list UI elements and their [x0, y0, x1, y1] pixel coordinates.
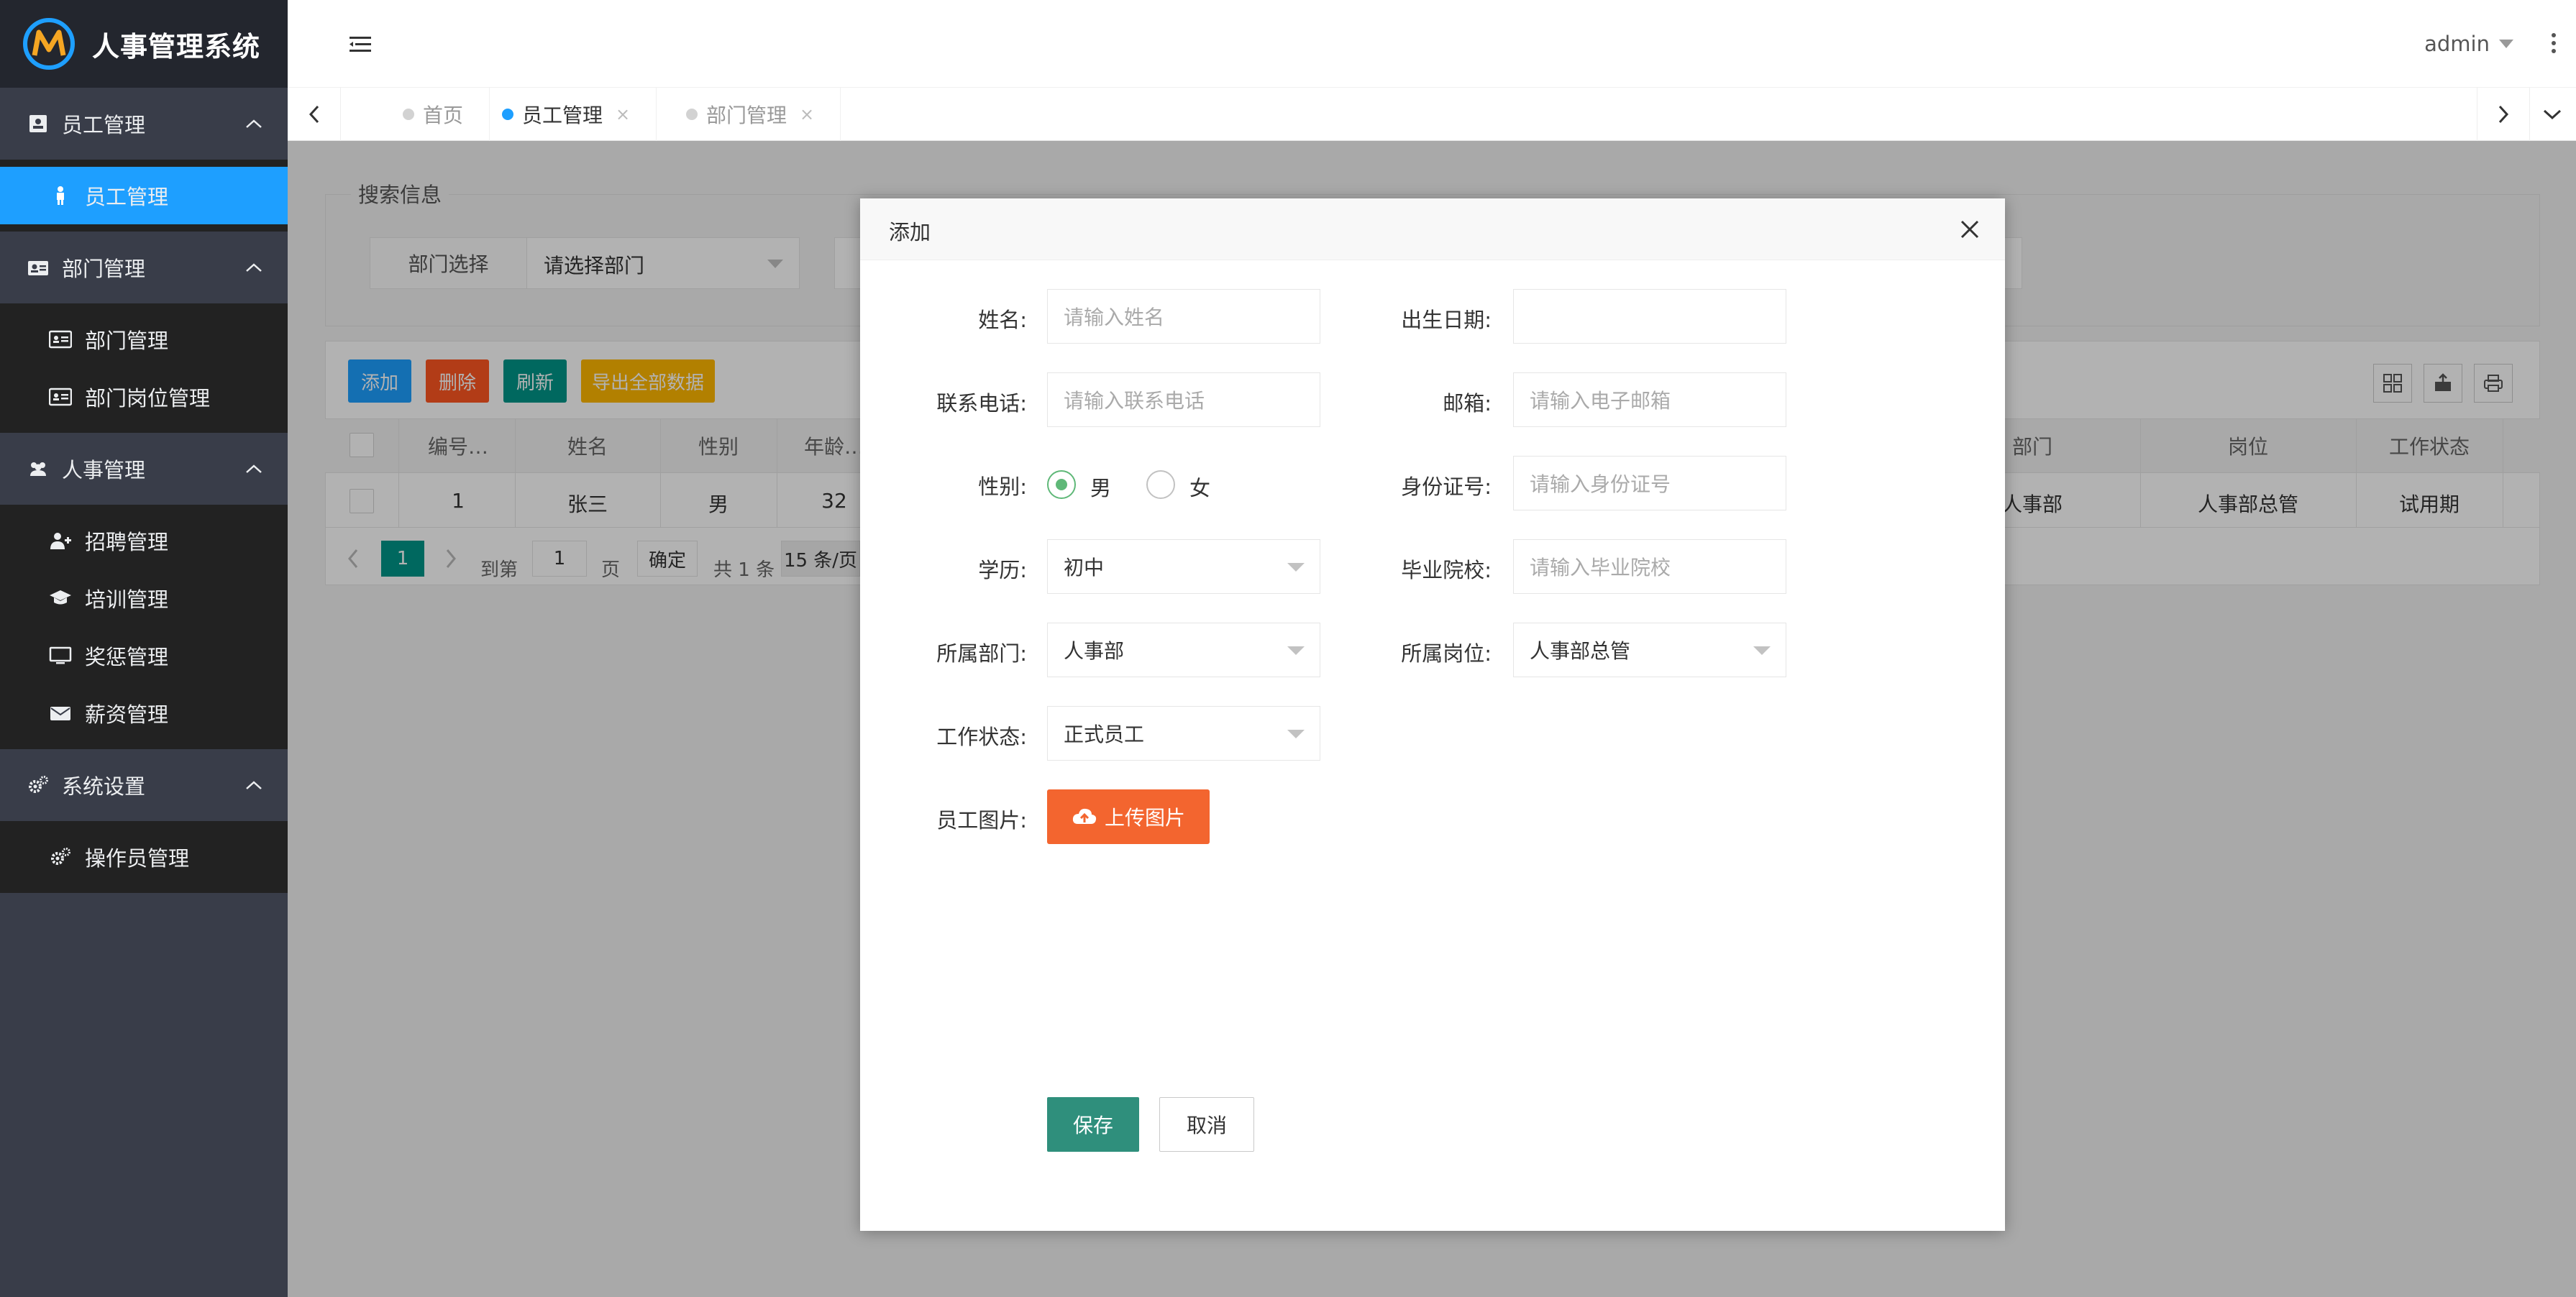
- dept-label: 所属部门:: [936, 641, 1027, 666]
- tab-scroll-right-button[interactable]: [2477, 88, 2530, 141]
- tab-dot: [502, 109, 513, 120]
- post-label: 所属岗位:: [1401, 641, 1492, 666]
- name-input[interactable]: 请输入姓名: [1047, 289, 1320, 344]
- add-employee-dialog: [860, 198, 2005, 1231]
- envelope-icon: [50, 707, 70, 720]
- caret-down-icon: [1287, 563, 1305, 572]
- tab-scroll-left-button[interactable]: [288, 88, 341, 141]
- chevron-left-icon: [309, 105, 319, 124]
- app-title: 人事管理系统: [92, 30, 261, 63]
- sidebar-sub-hr: 招聘管理 培训管理 奖惩管理 薪资管理: [0, 505, 288, 749]
- sidebar-item-department-post[interactable]: 部门岗位管理: [0, 368, 288, 426]
- gears-icon: [29, 776, 48, 793]
- chevron-up-icon: [246, 781, 262, 789]
- more-vertical-icon[interactable]: [2550, 32, 2557, 55]
- top-header: [288, 0, 2576, 88]
- graduation-cap-icon: [50, 590, 71, 605]
- id-card-icon: [29, 115, 47, 132]
- chevron-up-icon: [246, 464, 262, 473]
- save-button[interactable]: 保存: [1047, 1097, 1139, 1152]
- sidebar-sub-employee: 员工管理: [0, 160, 288, 232]
- upload-image-button[interactable]: 上传图片: [1047, 789, 1210, 844]
- caret-down-icon: [1287, 730, 1305, 738]
- status-label: 工作状态:: [936, 725, 1027, 749]
- gears-icon: [51, 848, 70, 865]
- email-input[interactable]: 请输入电子邮箱: [1513, 372, 1786, 427]
- gender-label: 性别:: [978, 475, 1027, 499]
- chevron-up-icon: [246, 263, 262, 272]
- sidebar-group-department[interactable]: 部门管理: [0, 232, 288, 303]
- sidebar-item-department-manage[interactable]: 部门管理: [0, 311, 288, 368]
- sidebar-item-salary[interactable]: 薪资管理: [0, 684, 288, 742]
- birth-label: 出生日期:: [1401, 308, 1492, 332]
- sidebar-sub-department: 部门管理 部门岗位管理: [0, 303, 288, 433]
- menu-toggle-icon[interactable]: [350, 35, 371, 55]
- tab-bar: 首页 员工管理 × 部门管理 ×: [288, 88, 2576, 141]
- address-card-icon: [49, 330, 72, 349]
- sidebar-item-training[interactable]: 培训管理: [0, 569, 288, 627]
- sidebar-sub-settings: 操作员管理: [0, 821, 288, 893]
- caret-down-icon: [1753, 646, 1771, 655]
- close-icon[interactable]: [1959, 219, 1981, 240]
- education-label: 学历:: [978, 558, 1027, 582]
- sidebar-item-reward[interactable]: 奖惩管理: [0, 627, 288, 684]
- cloud-upload-icon: [1072, 808, 1097, 824]
- tab-home[interactable]: 首页: [377, 88, 490, 141]
- sidebar-group-employee[interactable]: 员工管理: [0, 88, 288, 160]
- tab-department[interactable]: 部门管理 ×: [660, 88, 841, 141]
- dialog-header: [860, 198, 2005, 260]
- idcard-label: 身份证号:: [1401, 475, 1492, 499]
- name-label: 姓名:: [978, 308, 1027, 332]
- tab-close-icon[interactable]: ×: [616, 104, 630, 124]
- school-input[interactable]: 请输入毕业院校: [1513, 539, 1786, 594]
- sidebar-group-settings[interactable]: 系统设置: [0, 749, 288, 821]
- tab-close-icon[interactable]: ×: [800, 104, 814, 124]
- birth-date-input[interactable]: [1513, 289, 1786, 344]
- person-icon: [57, 186, 64, 205]
- post-select[interactable]: 人事部总管: [1513, 623, 1786, 677]
- tab-employee[interactable]: 员工管理 ×: [476, 88, 657, 141]
- phone-label: 联系电话:: [936, 391, 1027, 416]
- tab-dropdown-button[interactable]: [2526, 88, 2576, 141]
- tab-dot: [403, 109, 414, 120]
- photo-label: 员工图片:: [936, 808, 1027, 833]
- email-label: 邮箱:: [1443, 391, 1492, 416]
- sidebar-group-hr[interactable]: 人事管理: [0, 433, 288, 505]
- chevron-up-icon: [246, 119, 262, 128]
- monitor-icon: [49, 646, 72, 664]
- app-logo-bar: 人事管理系统: [0, 0, 288, 88]
- chevron-down-icon: [2543, 109, 2562, 120]
- app-logo-icon: [23, 18, 75, 70]
- gender-male-label[interactable]: 男: [1090, 472, 1111, 502]
- gender-female-label[interactable]: 女: [1189, 472, 1210, 502]
- gender-female-radio[interactable]: [1146, 470, 1175, 499]
- idcard-input[interactable]: 请输入身份证号: [1513, 456, 1786, 510]
- contact-card-icon: [28, 261, 48, 275]
- caret-down-icon[interactable]: [2498, 39, 2514, 49]
- chevron-right-icon: [2498, 105, 2509, 124]
- dialog-title: 添加: [889, 220, 931, 244]
- sidebar-item-employee-manage[interactable]: 员工管理: [0, 167, 288, 224]
- phone-input[interactable]: 请输入联系电话: [1047, 372, 1320, 427]
- sidebar-item-operator[interactable]: 操作员管理: [0, 828, 288, 886]
- status-select[interactable]: 正式员工: [1047, 706, 1320, 761]
- sidebar-item-recruit[interactable]: 招聘管理: [0, 512, 288, 569]
- user-name[interactable]: admin: [2424, 32, 2490, 56]
- gender-male-radio[interactable]: [1047, 470, 1076, 499]
- dept-select[interactable]: 人事部: [1047, 623, 1320, 677]
- caret-down-icon: [1287, 646, 1305, 655]
- education-select[interactable]: 初中: [1047, 539, 1320, 594]
- user-plus-icon: [50, 533, 71, 549]
- cancel-button[interactable]: 取消: [1159, 1097, 1254, 1152]
- users-icon: [30, 462, 46, 476]
- tab-dot: [686, 109, 698, 120]
- address-card-icon: [49, 388, 72, 406]
- school-label: 毕业院校:: [1401, 558, 1492, 582]
